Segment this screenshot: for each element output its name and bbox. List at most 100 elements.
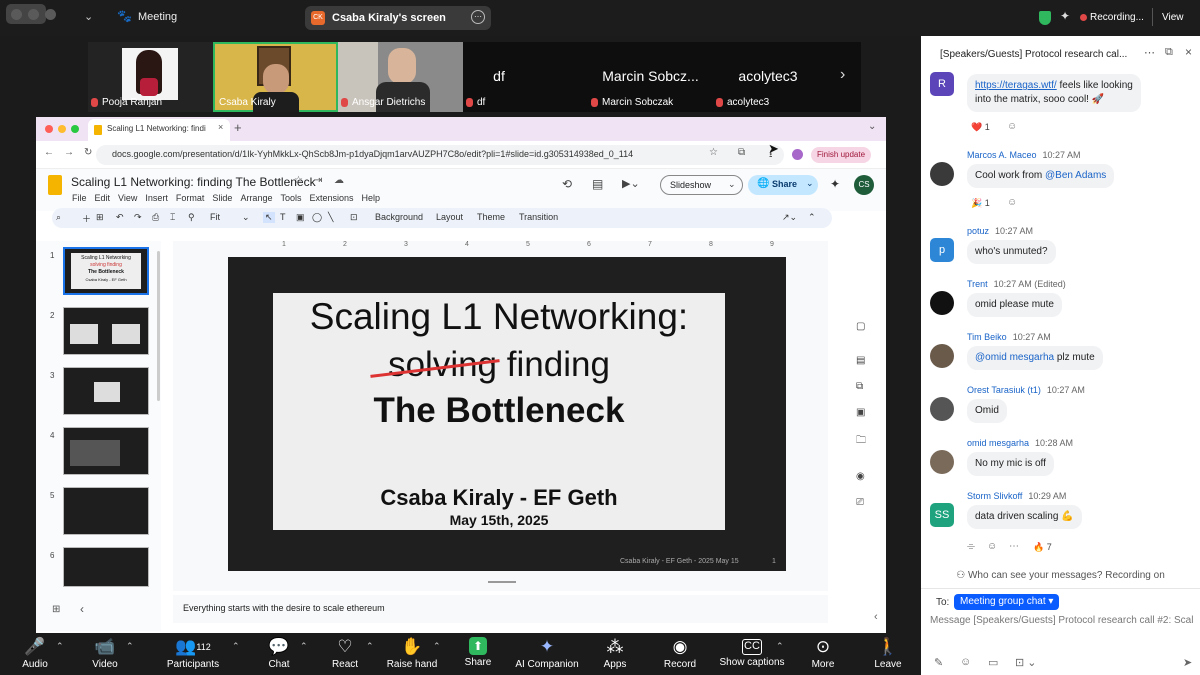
add-slide-icon[interactable]: ＋ xyxy=(82,212,91,225)
tab-list-icon[interactable]: ⌄ xyxy=(868,121,876,132)
zoom-window-button[interactable] xyxy=(45,9,56,20)
participant-tile[interactable]: acolytec3 acolytec3 xyxy=(713,42,823,112)
participant-tile[interactable]: Csaba Kiraly xyxy=(213,42,338,112)
mention[interactable]: @omid mesgarha xyxy=(975,352,1054,363)
select-cursor-icon[interactable]: ↖ xyxy=(263,212,275,223)
close-icon[interactable]: × xyxy=(1185,45,1192,59)
chevron-up-icon[interactable]: ⌃ xyxy=(56,641,64,652)
comment-icon[interactable]: ⊡ xyxy=(350,212,358,223)
comments-icon[interactable]: ▤ xyxy=(592,177,603,191)
keep-icon[interactable]: ▢ xyxy=(856,321,865,332)
shape-icon[interactable]: ◯ xyxy=(312,212,322,223)
reply-icon[interactable]: ⌯ xyxy=(967,541,975,552)
profile-avatar[interactable] xyxy=(792,149,803,160)
document-title[interactable]: Scaling L1 Networking: finding The Bottl… xyxy=(71,175,316,189)
sender-name[interactable]: Trent xyxy=(967,279,988,289)
new-tab-icon[interactable]: + xyxy=(234,120,242,135)
sender-name[interactable]: Storm Slivkoff xyxy=(967,491,1022,501)
contacts-icon[interactable]: ▣ xyxy=(856,407,865,418)
screenshot-icon[interactable]: ⊡ ⌄ xyxy=(1015,656,1037,669)
menu-tools[interactable]: Tools xyxy=(280,193,301,203)
notes-resize-handle[interactable] xyxy=(488,581,516,583)
more-options-icon[interactable]: ⋯ xyxy=(471,10,485,24)
pop-out-icon[interactable]: ⧉ xyxy=(1165,46,1173,59)
emoji-icon[interactable]: ☺ xyxy=(960,656,971,668)
browser-tab[interactable]: Scaling L1 Networking: findi × xyxy=(88,119,230,141)
show-captions-button[interactable]: CC Show captions xyxy=(712,633,792,675)
chevron-down-icon[interactable]: ⌄ xyxy=(806,178,814,189)
chevron-up-icon[interactable]: ⌃ xyxy=(366,641,374,652)
menu-view[interactable]: View xyxy=(118,193,137,203)
add-reaction-icon[interactable]: ☺ xyxy=(987,541,997,552)
sender-name[interactable]: Orest Tarasiuk (t1) xyxy=(967,385,1041,395)
chevron-right-icon[interactable]: › xyxy=(840,66,845,84)
editing-mode-icon[interactable]: ↗⌄ xyxy=(782,212,797,223)
close-window-button[interactable] xyxy=(11,9,22,20)
present-icon[interactable]: ⎚ xyxy=(856,497,864,508)
layout-button[interactable]: Layout xyxy=(436,212,463,222)
forward-icon[interactable]: → xyxy=(64,147,74,158)
participant-tile[interactable]: df df xyxy=(463,42,535,112)
tasks-icon[interactable]: ⧉ xyxy=(856,381,863,392)
chat-more-icon[interactable]: ⋯ xyxy=(1144,46,1155,59)
menu-arrange[interactable]: Arrange xyxy=(240,193,272,203)
participant-tile[interactable]: Marcin Sobcz... Marcin Sobczak xyxy=(588,42,713,112)
menu-help[interactable]: Help xyxy=(362,193,381,203)
history-icon[interactable]: ⟲ xyxy=(562,177,572,191)
bookmark-star-icon[interactable]: ☆ xyxy=(709,147,718,158)
more-button[interactable]: ⊙ More xyxy=(788,633,858,675)
transition-button[interactable]: Transition xyxy=(519,212,558,222)
grid-view-icon[interactable]: ⊞ xyxy=(52,604,60,615)
calendar-icon[interactable]: ▤ xyxy=(856,355,865,366)
slide-thumbnail[interactable]: Scaling L1 Networking solving finding Th… xyxy=(63,247,149,295)
url-input[interactable]: docs.google.com/presentation/d/1Ik-YyhMk… xyxy=(96,145,784,165)
recipient-select[interactable]: Meeting group chat ▾ xyxy=(954,594,1060,610)
slide-thumbnail[interactable] xyxy=(63,367,149,415)
slide-thumbnail[interactable] xyxy=(63,487,149,535)
browser-zoom-button[interactable] xyxy=(71,125,79,133)
reload-icon[interactable]: ↻ xyxy=(84,147,92,158)
format-icon[interactable]: ✎ xyxy=(934,656,943,669)
share-button[interactable]: 🌐 Share ⌄ xyxy=(748,175,818,195)
menu-slide[interactable]: Slide xyxy=(212,193,232,203)
leave-button[interactable]: 🚶 Leave xyxy=(853,633,923,675)
send-icon[interactable]: ➤ xyxy=(1183,656,1192,669)
menu-file[interactable]: File xyxy=(72,193,87,203)
record-slide-icon[interactable]: ◉ xyxy=(856,471,865,482)
finish-update-button[interactable]: Finish update xyxy=(811,147,872,163)
chevron-down-icon[interactable]: ⌄ xyxy=(84,10,93,23)
theme-button[interactable]: Theme xyxy=(477,212,505,222)
sender-name[interactable]: Tim Beiko xyxy=(967,332,1007,342)
gemini-icon[interactable]: ✦ xyxy=(830,177,840,191)
expand-side-panel-icon[interactable]: ‹ xyxy=(874,611,878,623)
chevron-up-icon[interactable]: ⌃ xyxy=(232,641,240,652)
participant-tile[interactable]: Ansgar Dietrichs xyxy=(338,42,463,112)
chevron-down-icon[interactable]: ⌄ xyxy=(728,179,736,190)
message-link[interactable]: https://teragas.wtf/ xyxy=(975,80,1057,91)
new-slide-icon[interactable]: ⊞ xyxy=(96,212,104,223)
search-icon[interactable]: ⌕ xyxy=(56,212,61,223)
file-icon[interactable]: ▭ xyxy=(988,656,998,669)
thumbnail-scrollbar[interactable] xyxy=(157,251,160,401)
redo-icon[interactable]: ↷ xyxy=(134,212,142,223)
image-icon[interactable]: ▣ xyxy=(296,212,305,223)
view-button[interactable]: View xyxy=(1162,12,1184,23)
collapse-panel-icon[interactable]: ‹ xyxy=(80,602,84,616)
participant-tile[interactable]: Pooja Ranjan xyxy=(88,42,213,112)
sparkle-icon[interactable]: ✦ xyxy=(1060,9,1070,23)
screen-share-indicator[interactable]: CK Csaba Kiraly's screen ⋯ xyxy=(305,6,491,30)
browser-close-button[interactable] xyxy=(45,125,53,133)
message-more-icon[interactable]: ⋯ xyxy=(1009,541,1019,552)
sender-name[interactable]: omid mesgarha xyxy=(967,438,1029,448)
chat-button[interactable]: 💬 Chat xyxy=(244,633,314,675)
account-avatar[interactable]: CS xyxy=(854,175,874,195)
video-button[interactable]: 📹 Video xyxy=(70,633,140,675)
sender-name[interactable]: Marcos A. Maceo xyxy=(967,150,1037,160)
share-screen-button[interactable]: ⬆ Share xyxy=(443,633,513,675)
slideshow-button[interactable]: Slideshow ⌄ xyxy=(660,175,743,195)
ai-companion-button[interactable]: ✦ AI Companion xyxy=(505,633,589,675)
star-icon[interactable]: ☆ xyxy=(294,175,303,186)
reaction-badge[interactable]: 🎉 1 xyxy=(971,198,990,209)
minimize-window-button[interactable] xyxy=(28,9,39,20)
back-icon[interactable]: ← xyxy=(44,147,54,158)
